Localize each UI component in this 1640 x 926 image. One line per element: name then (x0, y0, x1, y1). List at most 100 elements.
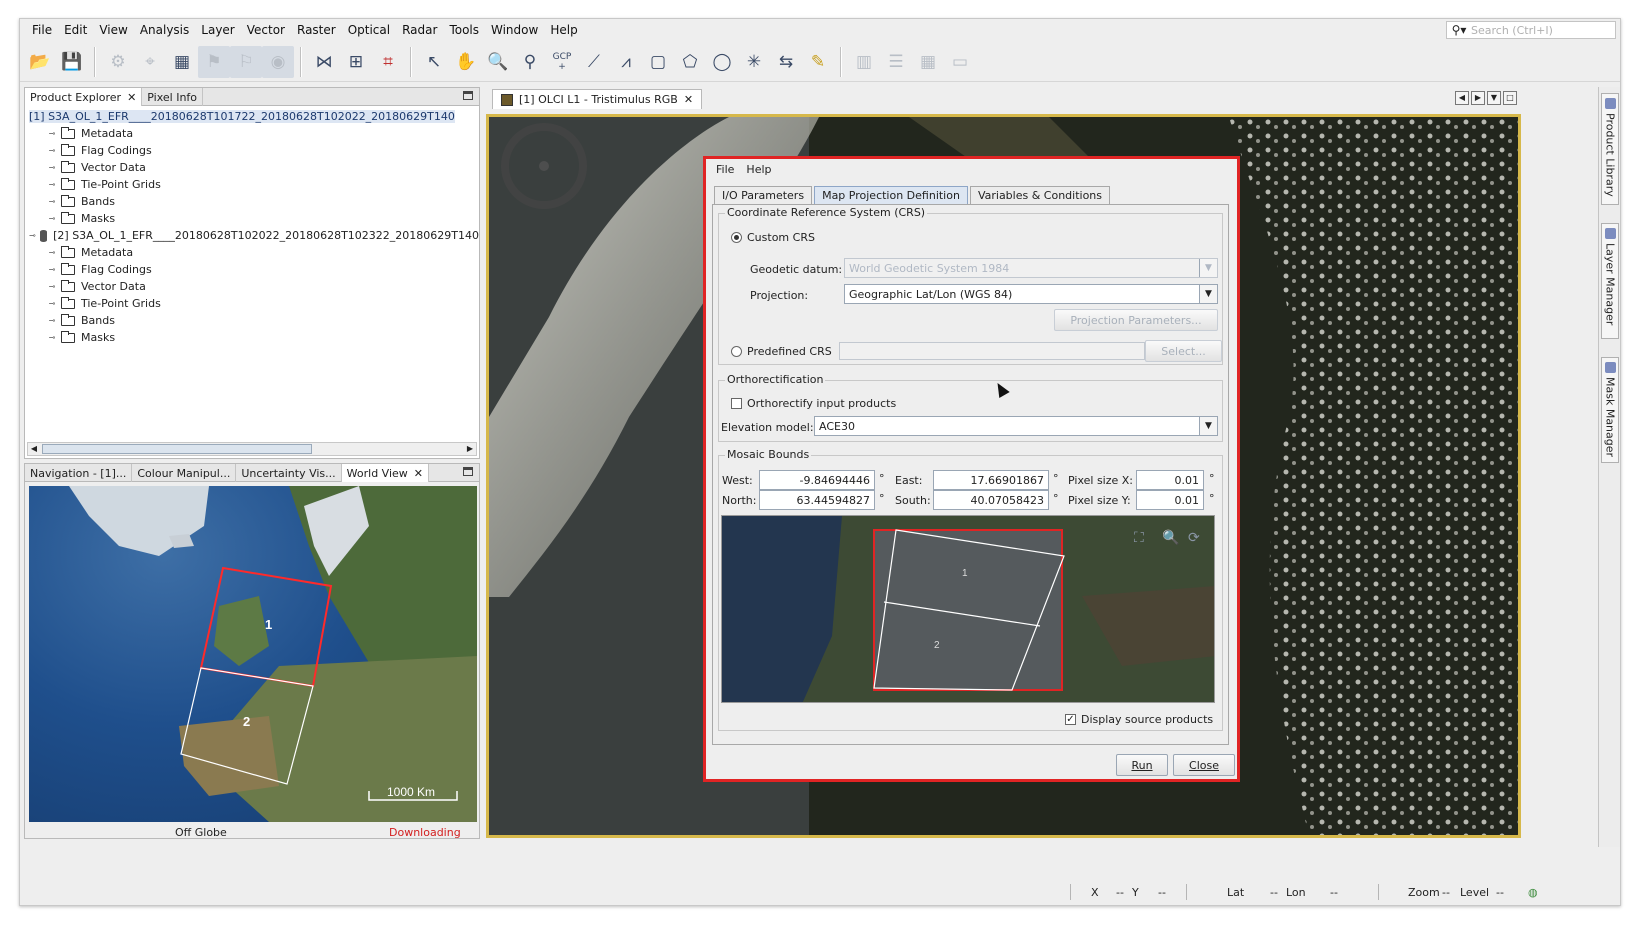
side-tab-layer-manager[interactable]: Layer Manager (1601, 223, 1619, 339)
mosaic-preview-map[interactable]: 1 2 ⛶ 🔍 ⟳ (721, 515, 1215, 703)
dialog-menu-help[interactable]: Help (740, 163, 777, 176)
pixel-size-y-input[interactable]: 0.01 (1136, 490, 1204, 510)
minimize-icon[interactable] (463, 467, 473, 476)
tree-node[interactable]: ⊸ Tie-Point Grids (25, 176, 479, 193)
save-product-icon[interactable]: 💾 (56, 46, 88, 78)
zoom-tool-icon[interactable]: 🔍 (482, 46, 514, 78)
tile-evenly-icon[interactable]: ▥ (848, 46, 880, 78)
tree-node[interactable]: ⊸ Metadata (25, 244, 479, 261)
menu-help[interactable]: Help (544, 23, 583, 37)
menu-file[interactable]: File (26, 23, 58, 37)
expand-toggle-icon[interactable]: ⊸ (47, 333, 57, 342)
polyline-drawing-icon[interactable]: ⩘ (610, 46, 642, 78)
map-icon[interactable]: ⌗ (372, 46, 404, 78)
tab-pixel-info[interactable]: Pixel Info (142, 88, 204, 106)
menu-layer[interactable]: Layer (195, 23, 240, 37)
tree-node[interactable]: ⊸ Masks (25, 210, 479, 227)
south-input[interactable]: 40.07058423 (933, 490, 1049, 510)
ellipse-drawing-icon[interactable]: ◯ (706, 46, 738, 78)
side-tab-mask-manager[interactable]: Mask Manager (1601, 357, 1619, 463)
range-finder-icon[interactable]: ⇆ (770, 46, 802, 78)
predefined-crs-radio[interactable] (731, 346, 742, 357)
expand-toggle-icon[interactable]: ⊸ (47, 180, 57, 189)
menu-radar[interactable]: Radar (396, 23, 443, 37)
scroll-right-icon[interactable]: ▶ (464, 443, 476, 455)
expand-toggle-icon[interactable]: ⊸ (47, 146, 57, 155)
menu-view[interactable]: View (93, 23, 133, 37)
tile-single-icon[interactable]: ▭ (944, 46, 976, 78)
tile-vertical-icon[interactable]: ▦ (912, 46, 944, 78)
scroll-right-icon[interactable]: ▶ (1471, 91, 1485, 105)
tree-node[interactable]: ⊸ Tie-Point Grids (25, 295, 479, 312)
tab-map-projection[interactable]: Map Projection Definition (814, 186, 968, 204)
search-box[interactable]: ⚲▾ Search (Ctrl+I) (1446, 21, 1616, 39)
tree-node[interactable]: ⊸ Metadata (25, 125, 479, 142)
tree-node[interactable]: ⊸ Vector Data (25, 278, 479, 295)
tree-product-1[interactable]: ⊸[1] S3A_OL_1_EFR____20180628T101722_201… (25, 108, 479, 125)
tree-node[interactable]: ⊸ Bands (25, 312, 479, 329)
scrollbar-thumb[interactable] (42, 444, 312, 454)
rectangle-drawing-icon[interactable]: ▢ (642, 46, 674, 78)
north-input[interactable]: 63.44594827 (759, 490, 875, 510)
expand-toggle-icon[interactable]: ⊸ (47, 316, 57, 325)
select-crs-button[interactable]: Select... (1145, 340, 1222, 362)
projection-dropdown[interactable]: Geographic Lat/Lon (WGS 84) ▼ (844, 284, 1218, 304)
east-input[interactable]: 17.66901867 (933, 470, 1049, 490)
menu-raster[interactable]: Raster (291, 23, 342, 37)
tile-horizontal-icon[interactable]: ☰ (880, 46, 912, 78)
pin-placing-icon[interactable]: ⚲ (514, 46, 546, 78)
tree-node[interactable]: ⊸ Flag Codings (25, 142, 479, 159)
west-input[interactable]: -9.84694446 (759, 470, 875, 490)
line-drawing-icon[interactable]: ⟋ (578, 46, 610, 78)
tree-node[interactable]: ⊸ Bands (25, 193, 479, 210)
scroll-left-icon[interactable]: ◀ (28, 443, 40, 455)
close-icon[interactable]: ✕ (127, 91, 136, 104)
menu-optical[interactable]: Optical (342, 23, 396, 37)
run-button[interactable]: Run (1116, 754, 1168, 776)
open-product-icon[interactable]: 📂 (24, 46, 56, 78)
dialog-menu-file[interactable]: File (710, 163, 740, 176)
globe-icon[interactable]: ◉ (262, 45, 294, 78)
geodetic-datum-dropdown[interactable]: World Geodetic System 1984 ▼ (844, 258, 1218, 278)
view-sync-icon[interactable]: ⚐ (230, 45, 262, 78)
expand-toggle-icon[interactable]: ⊸ (47, 197, 57, 206)
menu-vector[interactable]: Vector (241, 23, 291, 37)
tab-io-parameters[interactable]: I/O Parameters (714, 186, 813, 204)
ruler-icon[interactable]: ✎ (802, 46, 834, 78)
gcp-placing-icon[interactable]: GCP + (546, 46, 578, 78)
magic-wand-icon[interactable]: ✳ (738, 46, 770, 78)
select-tool-icon[interactable]: ↖ (418, 46, 450, 78)
horizontal-scrollbar[interactable]: ◀ ▶ (27, 442, 477, 456)
tree-node[interactable]: ⊸ Flag Codings (25, 261, 479, 278)
tree-node[interactable]: ⊸ Vector Data (25, 159, 479, 176)
polygon-drawing-icon[interactable]: ⬠ (674, 46, 706, 78)
menu-tools[interactable]: Tools (443, 23, 485, 37)
image-view-tab[interactable]: [1] OLCI L1 - Tristimulus RGB ✕ (492, 89, 703, 109)
tree-node[interactable]: ⊸ Masks (25, 329, 479, 346)
close-button[interactable]: Close (1173, 754, 1235, 776)
close-icon[interactable]: ✕ (414, 467, 423, 480)
minimize-icon[interactable] (463, 91, 473, 100)
cursor-sync-icon[interactable]: ⚑ (198, 45, 230, 78)
menu-analysis[interactable]: Analysis (134, 23, 195, 37)
pin-icon[interactable]: ⌖ (134, 46, 166, 78)
expand-toggle-icon[interactable]: ⊸ (47, 265, 57, 274)
tree-product-2[interactable]: ⊸ [2] S3A_OL_1_EFR____20180628T102022_201… (25, 227, 479, 244)
display-source-checkbox[interactable]: ✓ (1065, 714, 1076, 725)
tab-product-explorer[interactable]: Product Explorer ✕ (25, 88, 143, 106)
expand-toggle-icon[interactable]: ⊸ (47, 214, 57, 223)
batch-processing-icon[interactable]: ⊞ (340, 46, 372, 78)
custom-crs-radio[interactable] (731, 232, 742, 243)
predefined-crs-field[interactable] (839, 342, 1145, 360)
scroll-left-icon[interactable]: ◀ (1455, 91, 1469, 105)
side-tab-product-library[interactable]: Product Library (1601, 93, 1619, 205)
elevation-model-dropdown[interactable]: ACE30 ▼ (814, 416, 1218, 436)
expand-toggle-icon[interactable]: ⊸ (47, 248, 57, 257)
tab-navigation[interactable]: Navigation - [1]... (25, 464, 133, 482)
window-list-icon[interactable]: ▼ (1487, 91, 1501, 105)
menu-window[interactable]: Window (485, 23, 544, 37)
tab-variables-conditions[interactable]: Variables & Conditions (969, 186, 1111, 204)
tab-world-view[interactable]: World View ✕ (341, 464, 429, 482)
pixel-size-x-input[interactable]: 0.01 (1136, 470, 1204, 490)
grid-icon[interactable]: ▦ (166, 46, 198, 78)
